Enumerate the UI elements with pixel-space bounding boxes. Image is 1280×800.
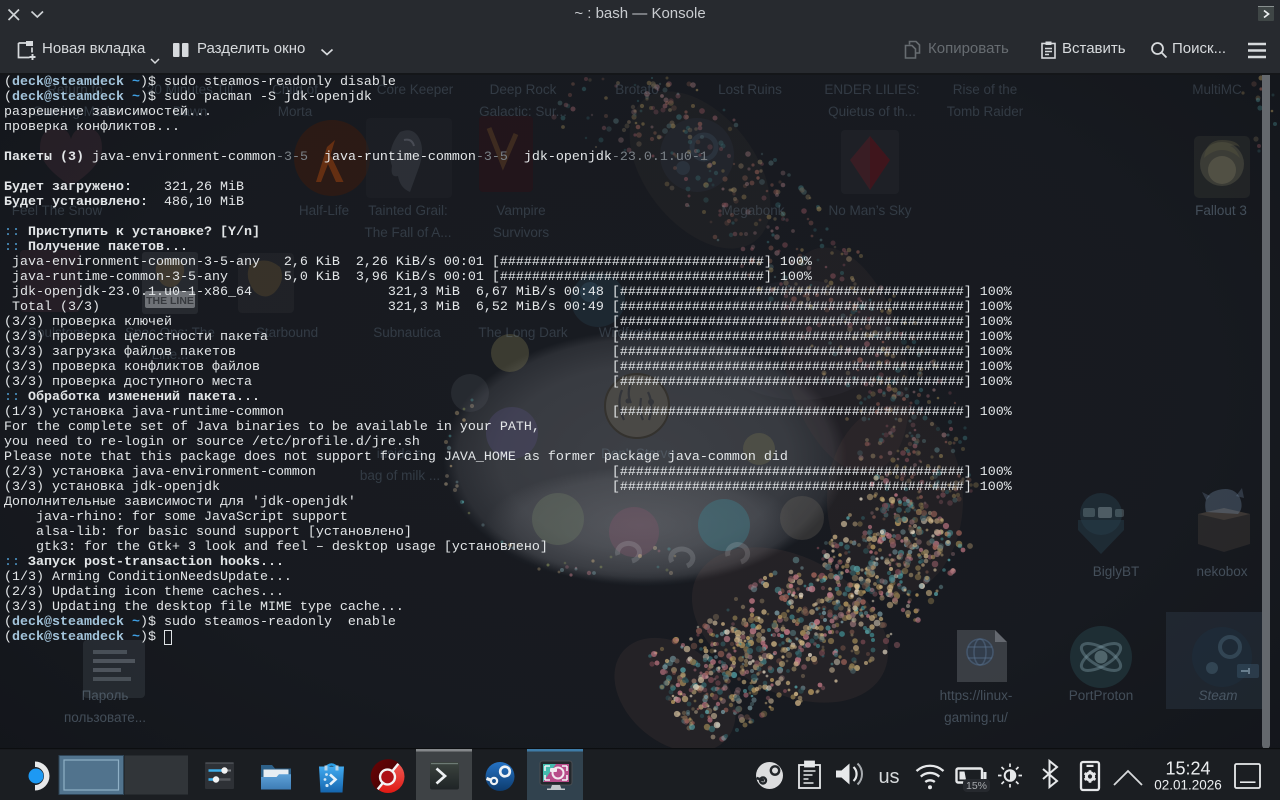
svg-text:us: us	[878, 766, 899, 788]
svg-text:02.01.2026: 02.01.2026	[1154, 778, 1222, 793]
svg-text:15%: 15%	[966, 780, 987, 792]
svg-text:15:24: 15:24	[1165, 759, 1210, 779]
